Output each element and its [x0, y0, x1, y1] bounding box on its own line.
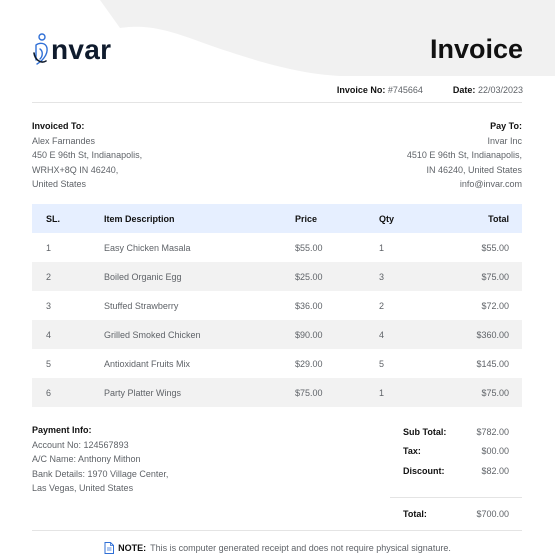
subtotal-label: Sub Total: — [403, 426, 447, 437]
total-label: Total: — [403, 509, 427, 519]
cell-total: $55.00 — [481, 242, 509, 253]
cell-sl: 6 — [32, 378, 104, 407]
cell-sl: 1 — [46, 242, 52, 253]
col-price: Price — [295, 204, 379, 233]
cell-sl: 2 — [32, 262, 104, 291]
cell-sl: 4 — [32, 320, 104, 349]
table-row: 3 Stuffed Strawberry $36.00 2 $72.00 — [32, 291, 522, 320]
cell-qty: 1 — [379, 378, 455, 407]
pay-to-line: 4510 E 96th St, Indianapolis, — [406, 150, 522, 160]
discount-row: Discount: $82.00 — [390, 461, 522, 481]
invoice-date: Date: 22/03/2023 — [453, 85, 523, 95]
logo-figure-icon — [33, 33, 48, 65]
table-row: 6 Party Platter Wings $75.00 1 $75.00 — [32, 378, 522, 407]
invoiced-to-heading: Invoiced To: — [32, 121, 85, 131]
pay-to: Pay To: Invar Inc 4510 E 96th St, Indian… — [407, 119, 522, 192]
cell-sl: 3 — [46, 300, 52, 311]
cell-description: Party Platter Wings — [104, 378, 295, 407]
invoice-date-label: Date: — [452, 85, 476, 95]
cell-sl: 5 — [46, 358, 52, 369]
pay-to-heading: Pay To: — [490, 121, 522, 131]
payment-line: Bank Details: 1970 Village Center, — [32, 468, 169, 479]
subtotal-row: Sub Total: $782.00 — [390, 422, 522, 442]
cell-total: $145.00 — [476, 358, 509, 369]
cell-description: Boiled Organic Egg — [104, 262, 295, 291]
payment-info: Payment Info: Account No: 124567893 A/C … — [32, 423, 168, 496]
payment-heading: Payment Info: — [32, 425, 92, 435]
logo-text: nvar — [51, 34, 112, 65]
cell-price: $75.00 — [295, 378, 379, 407]
cell-description: Stuffed Strawberry — [104, 300, 179, 311]
invoiced-to: Invoiced To: Alex Farnandes 450 E 96th S… — [32, 119, 142, 192]
tax-value: $00.00 — [481, 446, 509, 457]
payment-line: Account No: 124567893 — [32, 439, 129, 450]
note-text: This is computer generated receipt and d… — [150, 543, 451, 553]
cell-description: Easy Chicken Masala — [104, 242, 191, 253]
cell-qty: 5 — [379, 358, 385, 369]
payment-line: Las Vegas, United States — [32, 483, 134, 493]
cell-description: Antioxidant Fruits Mix — [104, 358, 191, 369]
table-row: 1 Easy Chicken Masala $55.00 1 $55.00 — [32, 233, 522, 262]
cell-total: $75.00 — [455, 378, 522, 407]
tax-row: Tax: $00.00 — [390, 442, 522, 462]
invoiced-to-line: Alex Farnandes — [32, 135, 96, 146]
cell-total: $75.00 — [455, 262, 522, 291]
document-icon — [104, 542, 115, 554]
cell-qty: 3 — [379, 262, 455, 291]
invoiced-to-line: 450 E 96th St, Indianapolis, — [32, 150, 143, 160]
cell-price: $25.00 — [295, 262, 379, 291]
col-total: Total — [455, 204, 522, 233]
invoice-number: Invoice No: #745664 — [337, 85, 423, 95]
pay-to-line: Invar Inc — [487, 135, 522, 146]
discount-value: $82.00 — [481, 465, 509, 476]
invoice-number-label: Invoice No: — [336, 85, 386, 95]
divider — [32, 530, 522, 531]
cell-price: $90.00 — [295, 320, 379, 349]
divider — [32, 102, 522, 103]
table-header-row: SL. Item Description Price Qty Total — [32, 204, 522, 233]
items-table: SL. Item Description Price Qty Total 1 E… — [32, 204, 522, 407]
table-row: 5 Antioxidant Fruits Mix $29.00 5 $145.0… — [32, 349, 522, 378]
cell-price: $36.00 — [295, 300, 323, 311]
pay-to-line: IN 46240, United States — [426, 164, 522, 175]
company-logo: nvar — [32, 33, 111, 67]
parties: Invoiced To: Alex Farnandes 450 E 96th S… — [32, 119, 522, 192]
totals-summary: Sub Total: $782.00 Tax: $00.00 Discount:… — [390, 422, 522, 531]
invoiced-to-line: WRHX+8Q IN 46240, — [32, 164, 119, 175]
cell-price: $55.00 — [295, 242, 323, 253]
total-value: $700.00 — [476, 509, 509, 519]
note-label: NOTE: — [118, 543, 147, 553]
grand-total-row: Total: $700.00 — [390, 496, 522, 531]
cell-qty: 2 — [379, 300, 385, 311]
page-title: Invoice — [429, 34, 523, 64]
cell-price: $29.00 — [295, 358, 323, 369]
col-description: Item Description — [104, 204, 295, 233]
subtotal-value: $782.00 — [476, 426, 509, 437]
footer-note: NOTE: This is computer generated receipt… — [0, 542, 555, 554]
invoice-date-value: 22/03/2023 — [477, 85, 523, 95]
table-row: 2 Boiled Organic Egg $25.00 3 $75.00 — [32, 262, 522, 291]
payment-line: A/C Name: Anthony Mithon — [32, 454, 141, 464]
pay-to-email[interactable]: info@invar.com — [407, 177, 522, 192]
cell-total: $360.00 — [455, 320, 522, 349]
cell-qty: 1 — [379, 242, 385, 253]
col-sl: SL. — [32, 204, 104, 233]
invoiced-to-line: United States — [32, 179, 87, 189]
discount-label: Discount: — [403, 465, 445, 476]
col-qty: Qty — [379, 204, 455, 233]
cell-qty: 4 — [379, 320, 455, 349]
cell-total: $72.00 — [481, 300, 509, 311]
tax-label: Tax: — [403, 446, 421, 457]
table-row: 4 Grilled Smoked Chicken $90.00 4 $360.0… — [32, 320, 522, 349]
invoice-meta: Invoice No: #745664 Date: 22/03/2023 — [337, 85, 523, 95]
cell-description: Grilled Smoked Chicken — [104, 320, 295, 349]
invoice-number-value: #745664 — [387, 85, 423, 95]
